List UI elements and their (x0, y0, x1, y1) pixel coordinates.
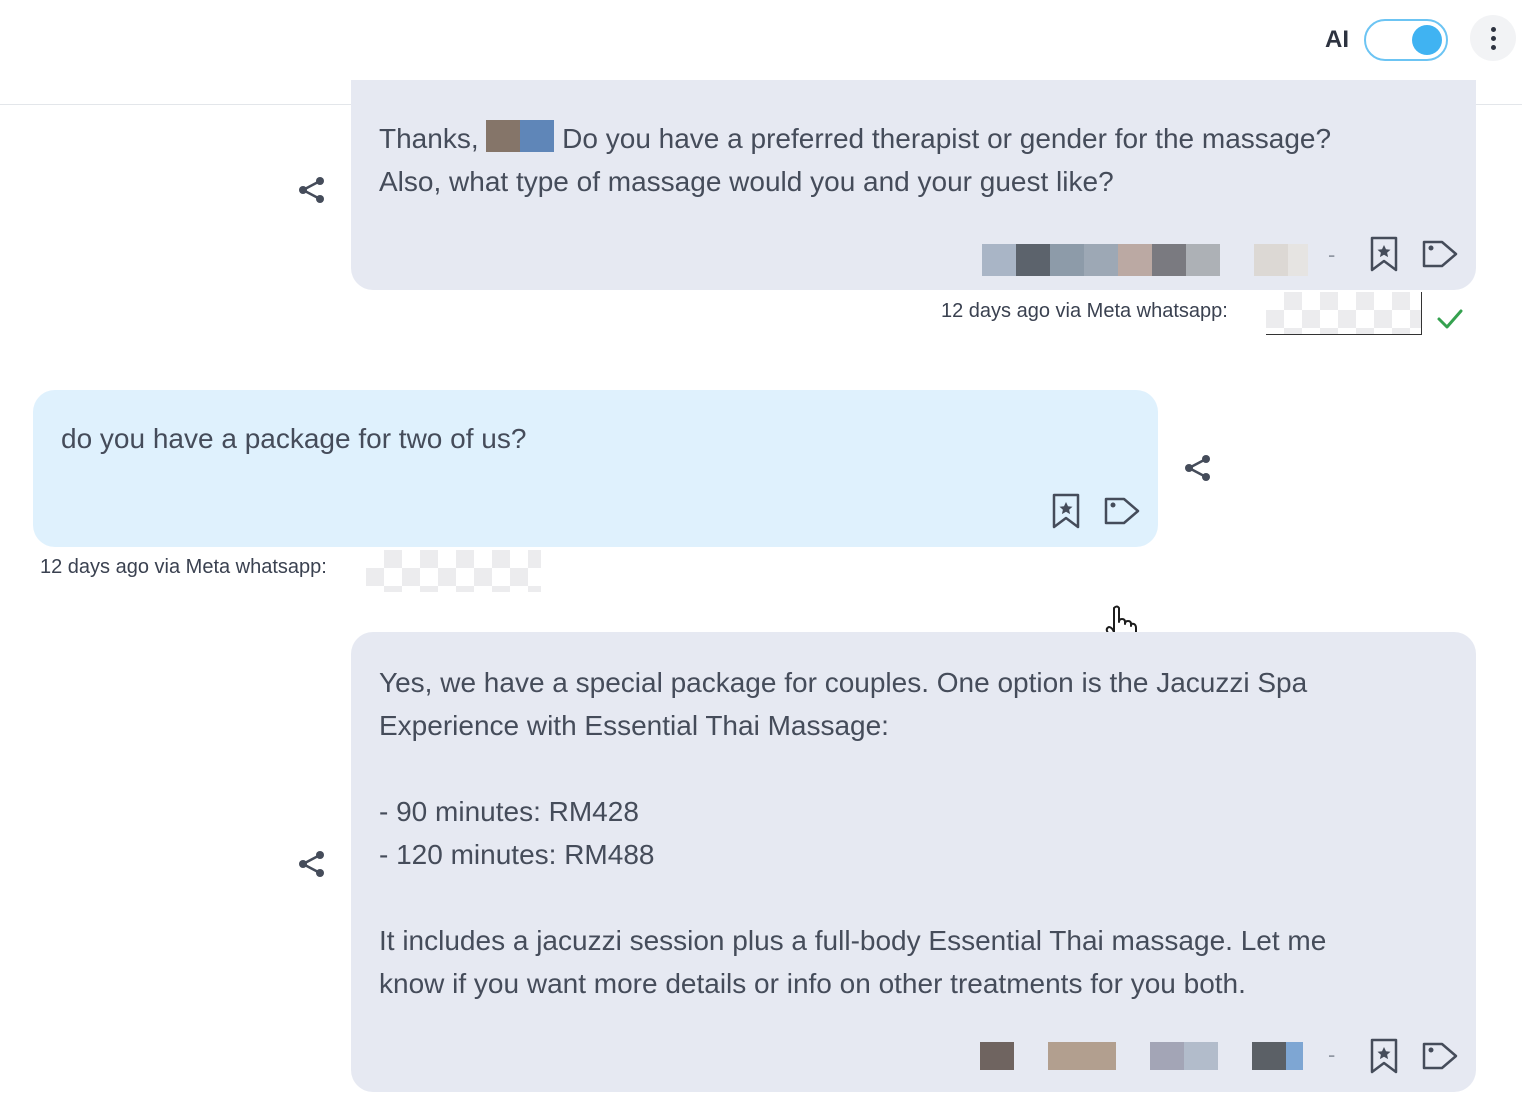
tag-icon[interactable] (1420, 234, 1460, 274)
bookmark-icon[interactable] (1364, 234, 1404, 274)
bookmark-icon[interactable] (1364, 1036, 1404, 1076)
message-meta: 12 days ago via Meta whatsapp: (941, 300, 1228, 322)
sender-separator: - (1328, 242, 1336, 267)
ai-toggle-knob (1412, 25, 1442, 55)
share-icon[interactable] (296, 174, 328, 206)
message-bubble-incoming (33, 390, 1158, 547)
redacted-name (486, 120, 521, 152)
ai-label: AI (1325, 26, 1349, 53)
ai-toggle[interactable] (1364, 19, 1448, 61)
sender-separator: - (1328, 1042, 1336, 1067)
message-text: do you have a package for two of us? (61, 423, 527, 454)
share-icon[interactable] (296, 848, 328, 880)
redacted-phone (366, 550, 541, 592)
vertical-dots-icon (1490, 26, 1496, 32)
bookmark-icon[interactable] (1046, 491, 1086, 531)
tag-icon[interactable] (1102, 491, 1142, 531)
tag-icon[interactable] (1420, 1036, 1460, 1076)
redacted-phone (1266, 292, 1422, 335)
message-text: Yes, we have a special package for coupl… (379, 667, 1327, 999)
more-options-button[interactable] (1470, 15, 1516, 61)
delivered-check-icon (1437, 309, 1463, 329)
message-meta: 12 days ago via Meta whatsapp: (40, 556, 327, 578)
message-text: Thanks, Do you have a preferred therapis… (379, 117, 1331, 203)
share-icon[interactable] (1182, 452, 1214, 484)
